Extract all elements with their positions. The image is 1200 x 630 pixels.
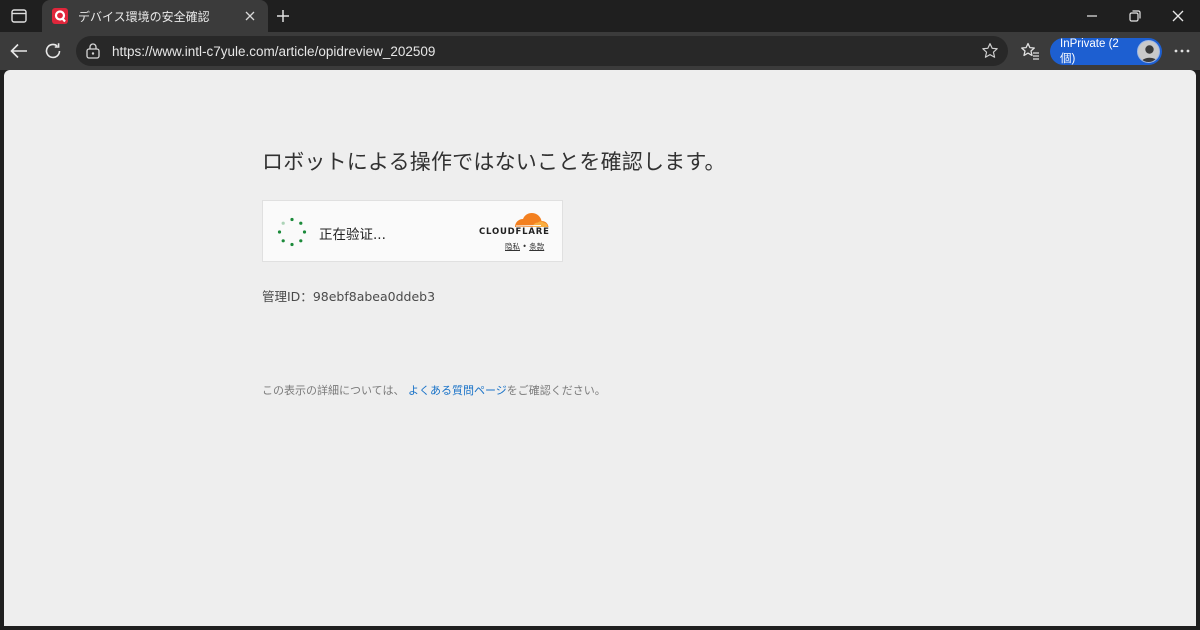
plus-icon[interactable] bbox=[272, 5, 294, 27]
close-window-icon[interactable] bbox=[1156, 0, 1200, 32]
verification-status: 正在验证... bbox=[319, 227, 386, 243]
page-title: ロボットによる操作ではないことを確認します。 bbox=[262, 150, 726, 174]
page-viewport: ロボットによる操作ではないことを確認します。 正在验证... CLOUDFLAR… bbox=[4, 70, 1196, 626]
ray-id-value: 98ebf8abea0ddeb3 bbox=[312, 289, 436, 304]
privacy-link[interactable]: 隐私 bbox=[505, 242, 520, 251]
spinner-icon bbox=[277, 217, 307, 247]
widget-links: 隐私 • 条款 bbox=[505, 241, 544, 252]
title-bar: デバイス環境の安全確認 bbox=[0, 0, 1200, 32]
site-info-icon[interactable] bbox=[84, 42, 102, 60]
back-arrow-icon[interactable] bbox=[5, 37, 33, 65]
footer-prefix: この表示の詳細については、 bbox=[262, 384, 405, 397]
terms-link[interactable]: 条款 bbox=[529, 242, 544, 251]
faq-link[interactable]: よくある質問ページ bbox=[408, 384, 507, 397]
refresh-icon[interactable] bbox=[39, 37, 67, 65]
favorites-icon[interactable] bbox=[1018, 40, 1042, 62]
close-icon[interactable] bbox=[242, 8, 258, 24]
avatar bbox=[1137, 40, 1160, 63]
star-icon[interactable] bbox=[978, 39, 1002, 63]
tab-title: デバイス環境の安全確認 bbox=[78, 9, 210, 24]
inprivate-button[interactable]: InPrivate (2 個) bbox=[1050, 38, 1162, 65]
restore-icon[interactable] bbox=[1113, 0, 1157, 32]
ray-id: 管理ID：98ebf8abea0ddeb3 bbox=[262, 286, 435, 305]
link-separator: • bbox=[522, 242, 527, 251]
ray-id-label: 管理ID： bbox=[262, 289, 313, 304]
footer-suffix: をご確認ください。 bbox=[506, 384, 606, 397]
tab-actions-icon[interactable] bbox=[8, 6, 30, 26]
challenge-widget[interactable]: 正在验证... CLOUDFLARE 隐私 • 条款 bbox=[262, 200, 563, 262]
more-icon[interactable] bbox=[1170, 40, 1194, 62]
address-bar[interactable]: https://www.intl-c7yule.com/article/opid… bbox=[76, 36, 1008, 66]
toolbar: https://www.intl-c7yule.com/article/opid… bbox=[0, 32, 1200, 70]
footer-note: この表示の詳細については、 よくある質問ページをご確認ください。 bbox=[262, 382, 606, 398]
site-favicon bbox=[52, 8, 68, 24]
url-text[interactable]: https://www.intl-c7yule.com/article/opid… bbox=[112, 44, 978, 59]
cloudflare-brand: CLOUDFLARE bbox=[479, 227, 550, 237]
browser-tab[interactable]: デバイス環境の安全確認 bbox=[42, 0, 268, 32]
inprivate-label: InPrivate (2 個) bbox=[1060, 37, 1119, 65]
minimize-icon[interactable] bbox=[1070, 0, 1114, 32]
